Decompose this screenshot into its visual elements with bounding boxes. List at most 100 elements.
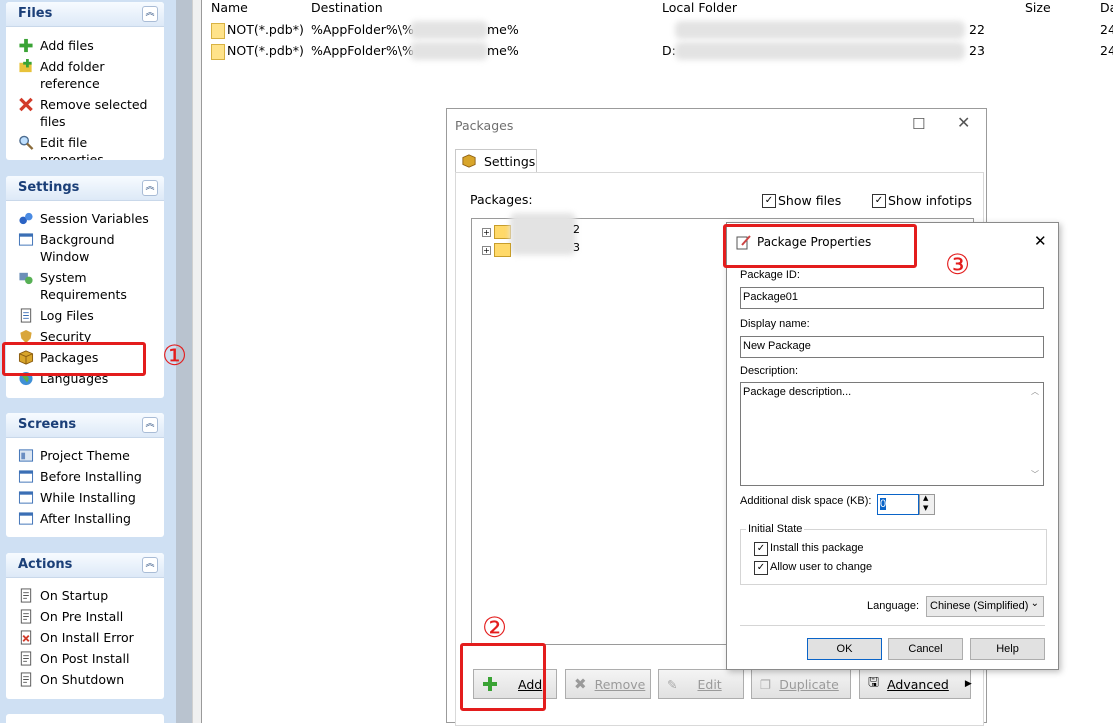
collapse-icon[interactable]: ︽ (142, 6, 158, 22)
add-folder-label: Add folder reference (40, 59, 105, 91)
cancel-button[interactable]: Cancel (888, 638, 963, 660)
add-files-item[interactable]: Add files (18, 37, 152, 54)
expand-icon[interactable]: + (482, 228, 491, 237)
project-theme-label: Project Theme (40, 448, 130, 463)
remove-files-item[interactable]: Remove selected files (18, 96, 152, 130)
splitter[interactable] (192, 0, 202, 723)
description-field[interactable]: Package description... (740, 382, 1044, 486)
show-files-checkbox[interactable]: ✓ (762, 194, 776, 208)
disk-space-input[interactable]: 0 (877, 494, 919, 515)
close-icon[interactable]: ✕ (1034, 232, 1047, 250)
package-id-field[interactable]: Package01 (740, 287, 1044, 309)
column-header-date[interactable]: Da (1100, 0, 1113, 16)
project-theme-icon (18, 449, 34, 462)
system-requirements-item[interactable]: System Requirements (18, 269, 152, 303)
description-label: Description: (740, 365, 799, 377)
display-name-field[interactable]: New Package (740, 336, 1044, 358)
collapse-icon[interactable]: ︽ (142, 417, 158, 433)
screens-panel-header[interactable]: Screens ︽ (6, 413, 164, 438)
advanced-button-label: Advanced (887, 676, 949, 692)
folder-icon (211, 23, 225, 39)
on-pre-install-label: On Pre Install (40, 609, 124, 624)
project-theme-item[interactable]: Project Theme (18, 447, 152, 464)
after-installing-label: After Installing (40, 511, 131, 526)
language-select[interactable]: Chinese (Simplified) ⌄ (926, 596, 1044, 617)
edit-button-label: Edit (697, 676, 722, 692)
system-requirements-icon (19, 272, 33, 285)
script-icon (20, 672, 32, 687)
remove-button[interactable]: ✖ Remove (565, 669, 651, 699)
annotation-box-properties-title (723, 224, 917, 268)
disk-space-label: Additional disk space (KB): (740, 495, 872, 507)
edit-button[interactable]: ✎ Edit (658, 669, 744, 699)
edit-file-properties-item[interactable]: Edit file properties (18, 134, 152, 160)
script-icon (20, 651, 32, 666)
scroll-up-icon[interactable]: ︿ (1031, 386, 1039, 397)
scroll-down-icon[interactable]: ﹀ (1031, 469, 1039, 480)
ok-button[interactable]: OK (807, 638, 882, 660)
redaction-blur (410, 42, 488, 60)
spin-up-icon[interactable]: ▲ (923, 494, 928, 502)
collapse-icon[interactable]: ︽ (142, 557, 158, 573)
duplicate-button[interactable]: ❐ Duplicate (751, 669, 851, 699)
file-size: 23 (969, 43, 985, 58)
remove-button-label: Remove (594, 676, 646, 692)
package-properties-dialog: Package Properties ✕ Package ID: Package… (726, 222, 1059, 670)
tree-item-label[interactable]: 3 (573, 241, 580, 254)
redaction-blur (675, 21, 965, 39)
background-window-item[interactable]: Background Window (18, 231, 152, 265)
table-row[interactable]: NOT(*.pdb*) %AppFolder%\% me% D: 23 24 (210, 41, 1113, 60)
disk-space-spinner[interactable]: ▲ ▼ (919, 494, 935, 515)
redaction-blur (675, 42, 965, 60)
annotation-box-packages (2, 342, 146, 376)
annotation-number-three: ③ (945, 248, 971, 281)
column-header-destination[interactable]: Destination (311, 0, 383, 16)
session-variables-item[interactable]: Session Variables (18, 210, 152, 227)
on-pre-install-item[interactable]: On Pre Install (18, 608, 152, 625)
install-package-checkbox[interactable]: ✓ (754, 542, 768, 556)
tab-settings[interactable]: Settings (455, 149, 537, 174)
before-installing-item[interactable]: Before Installing (18, 468, 152, 485)
table-row[interactable]: NOT(*.pdb*) %AppFolder%\% me% 22 24 (210, 20, 1113, 39)
file-name: NOT(*.pdb*) (227, 43, 304, 58)
actions-panel-title: Actions (18, 557, 73, 572)
spin-down-icon[interactable]: ▼ (923, 504, 928, 512)
actions-panel: Actions ︽ On Startup On Pre Install On I… (6, 553, 164, 699)
remove-icon: ✖ (574, 675, 587, 693)
on-install-error-item[interactable]: On Install Error (18, 629, 152, 646)
advanced-button[interactable]: 🖫 Advanced ▶ (859, 669, 972, 699)
duplicate-icon: ❐ (760, 676, 772, 692)
close-icon[interactable]: ✕ (957, 113, 970, 132)
collapse-icon[interactable]: ︽ (142, 180, 158, 196)
allow-user-change-checkbox[interactable]: ✓ (754, 561, 768, 575)
on-shutdown-item[interactable]: On Shutdown (18, 671, 152, 688)
files-panel-header[interactable]: Files ︽ (6, 2, 164, 27)
language-label: Language: (867, 600, 919, 612)
file-destination-end: me% (487, 43, 519, 58)
while-installing-item[interactable]: While Installing (18, 489, 152, 506)
after-installing-item[interactable]: After Installing (18, 510, 152, 527)
actions-panel-header[interactable]: Actions ︽ (6, 553, 164, 578)
show-infotips-checkbox[interactable]: ✓ (872, 194, 886, 208)
on-startup-item[interactable]: On Startup (18, 587, 152, 604)
next-panel-stub (6, 714, 164, 726)
expand-icon[interactable]: + (482, 246, 491, 255)
help-button[interactable]: Help (970, 638, 1045, 660)
divider (740, 625, 1045, 626)
menu-arrow-icon: ▶ (964, 679, 972, 689)
log-files-item[interactable]: Log Files (18, 307, 152, 324)
on-post-install-label: On Post Install (40, 651, 130, 666)
add-folder-item[interactable]: Add folder reference (18, 58, 152, 92)
column-header-name[interactable]: Name (211, 0, 248, 16)
on-post-install-item[interactable]: On Post Install (18, 650, 152, 667)
maximize-icon[interactable]: ☐ (912, 115, 925, 133)
settings-panel-header[interactable]: Settings ︽ (6, 176, 164, 201)
edit-icon: ✎ (667, 676, 678, 692)
before-installing-label: Before Installing (40, 469, 142, 484)
column-header-local-folder[interactable]: Local Folder (662, 0, 737, 16)
tree-item-label[interactable]: 2 (573, 223, 580, 236)
background-window-label: Background Window (40, 232, 115, 264)
file-destination-start: %AppFolder%\% (311, 22, 414, 37)
column-header-size[interactable]: Size (1025, 0, 1051, 16)
session-variables-label: Session Variables (40, 211, 149, 226)
